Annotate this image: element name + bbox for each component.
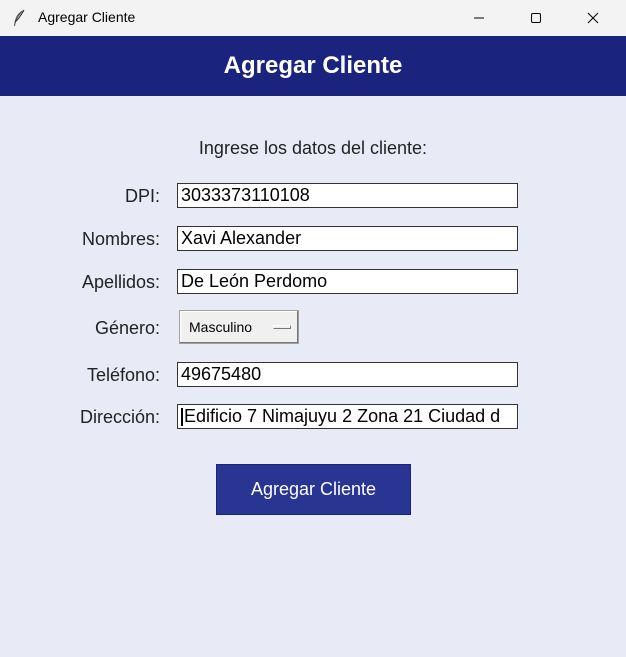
agregar-cliente-button[interactable]: Agregar Cliente [216, 464, 411, 515]
apellidos-label: Apellidos: [81, 272, 160, 292]
page-title: Agregar Cliente [223, 52, 403, 79]
close-icon [587, 12, 599, 24]
title-bar: Agregar Cliente [0, 0, 626, 36]
window-title: Agregar Cliente [38, 9, 136, 25]
direccion-label: Dirección: [79, 407, 160, 427]
close-button[interactable] [570, 0, 616, 36]
direccion-input[interactable]: Edificio 7 Nimajuyu 2 Zona 21 Ciudad d [177, 404, 518, 429]
form-intro: Ingrese los datos del cliente: [198, 138, 428, 158]
maximize-icon [531, 13, 541, 23]
page-header: Agregar Cliente [0, 36, 626, 96]
minimize-button[interactable] [456, 0, 502, 36]
telefono-input[interactable]: 49675480 [177, 362, 518, 387]
direccion-value: Edificio 7 Nimajuyu 2 Zona 21 Ciudad d [184, 406, 501, 426]
nombres-input[interactable]: Xavi Alexander [177, 226, 518, 251]
maximize-button[interactable] [513, 0, 559, 36]
telefono-label: Teléfono: [86, 365, 160, 385]
genero-selected-value: Masculino [189, 319, 253, 335]
dpi-input[interactable]: 3033373110108 [177, 183, 518, 208]
nombres-label: Nombres: [81, 229, 160, 249]
apellidos-input[interactable]: De León Perdomo [177, 269, 518, 294]
option-menu-indicator-icon [273, 325, 291, 329]
dpi-label: DPI: [124, 186, 160, 206]
genero-label: Género: [94, 318, 160, 338]
minimize-icon [474, 17, 484, 19]
feather-icon [14, 9, 25, 26]
genero-select[interactable]: Masculino [179, 310, 299, 344]
form-panel: Ingrese los datos del cliente: DPI: 3033… [0, 96, 626, 657]
text-cursor [181, 408, 183, 427]
